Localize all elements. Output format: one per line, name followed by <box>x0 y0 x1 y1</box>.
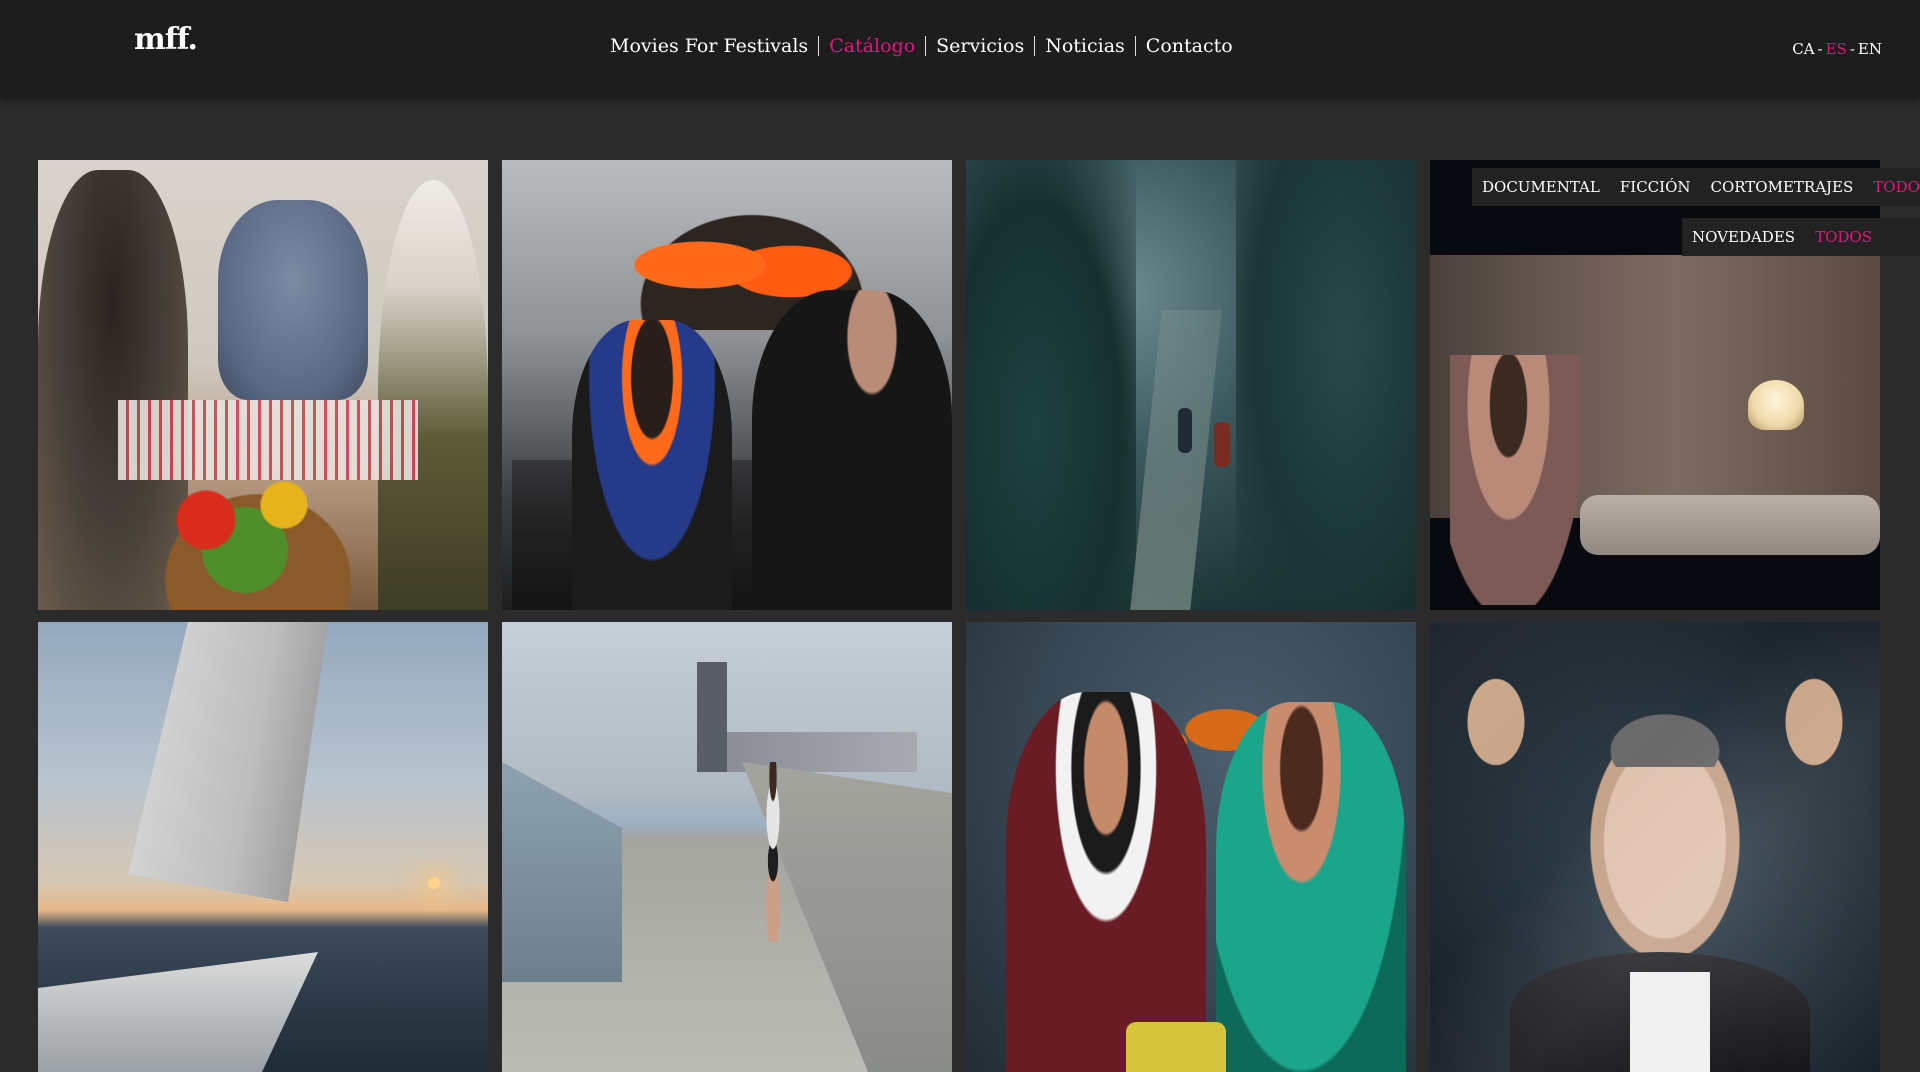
filter-novedades[interactable]: NOVEDADES <box>1692 228 1795 246</box>
period-filter-menu: NOVEDADES TODOS <box>1682 218 1920 256</box>
main-nav: Movies For Festivals Catálogo Servicios … <box>600 35 1243 57</box>
category-filter-menu: DOCUMENTAL FICCIÓN CORTOMETRAJES TODOS <box>1472 168 1920 206</box>
nav-item-servicios[interactable]: Servicios <box>926 35 1034 57</box>
catalog-tile[interactable] <box>502 622 952 1072</box>
language-switcher: CA - ES - EN <box>1792 40 1882 58</box>
nav-item-movies-for-festivals[interactable]: Movies For Festivals <box>600 35 818 57</box>
nav-item-contacto[interactable]: Contacto <box>1136 35 1243 57</box>
site-logo[interactable]: mff. <box>134 22 198 57</box>
catalog-tile[interactable]: DOCUMENTAL FICCIÓN CORTOMETRAJES TODOS N… <box>1430 160 1920 610</box>
lang-en[interactable]: EN <box>1858 40 1882 58</box>
catalog-tile[interactable] <box>966 622 1416 1072</box>
film-thumbnail <box>502 622 952 1072</box>
lang-separator: - <box>1849 40 1855 58</box>
film-thumbnail <box>38 622 488 1072</box>
site-header: mff. Movies For Festivals Catálogo Servi… <box>0 0 1920 98</box>
catalog-tile[interactable] <box>38 622 488 1072</box>
filter-ficcion[interactable]: FICCIÓN <box>1620 178 1691 196</box>
filter-documental[interactable]: DOCUMENTAL <box>1482 178 1600 196</box>
filter-todos-period[interactable]: TODOS <box>1815 228 1872 246</box>
catalog-tile[interactable] <box>38 160 488 610</box>
film-thumbnail <box>38 160 488 610</box>
film-thumbnail <box>502 160 952 610</box>
nav-item-noticias[interactable]: Noticias <box>1035 35 1135 57</box>
film-thumbnail <box>966 160 1416 610</box>
nav-item-catalogo[interactable]: Catálogo <box>819 35 925 57</box>
filter-cortometrajes[interactable]: CORTOMETRAJES <box>1711 178 1854 196</box>
film-thumbnail <box>1430 622 1880 1072</box>
catalog-tile[interactable] <box>1430 622 1880 1072</box>
lang-es[interactable]: ES <box>1826 40 1847 58</box>
film-thumbnail <box>966 622 1416 1072</box>
lang-ca[interactable]: CA <box>1792 40 1814 58</box>
filter-todos-categories[interactable]: TODOS <box>1873 178 1920 196</box>
catalog-tile[interactable] <box>502 160 952 610</box>
lang-separator: - <box>1817 40 1823 58</box>
catalog-tile[interactable] <box>966 160 1416 610</box>
